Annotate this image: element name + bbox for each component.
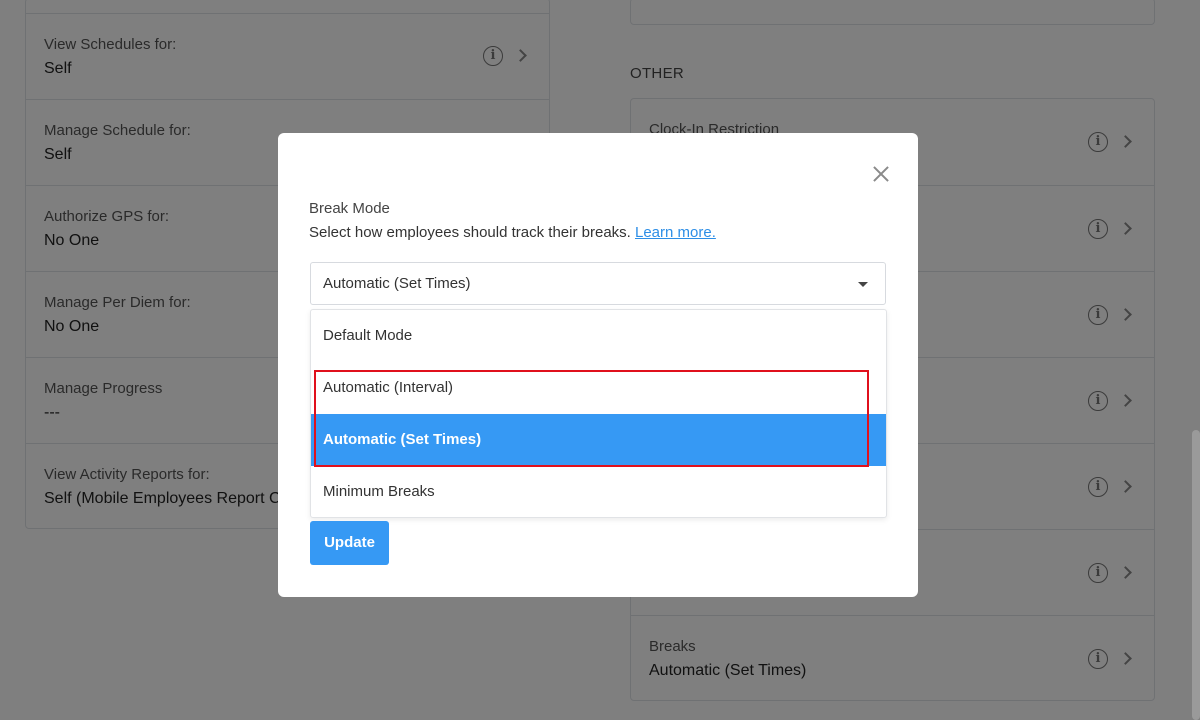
modal-description: Select how employees should track their … [309, 224, 716, 241]
caret-down-icon [858, 282, 868, 287]
modal-title: Break Mode [309, 200, 390, 217]
scrollbar-thumb[interactable] [1192, 430, 1200, 720]
option-default-mode[interactable]: Default Mode [311, 310, 886, 362]
learn-more-link[interactable]: Learn more. [635, 224, 716, 241]
highlight-annotation-box [314, 370, 869, 467]
description-text: Select how employees should track their … [309, 224, 631, 241]
option-minimum-breaks[interactable]: Minimum Breaks [311, 466, 886, 517]
update-button[interactable]: Update [310, 521, 389, 565]
break-mode-modal: Break Mode Select how employees should t… [278, 133, 918, 597]
break-mode-select[interactable]: Automatic (Set Times) [310, 262, 886, 305]
close-icon[interactable] [871, 164, 891, 184]
select-value: Automatic (Set Times) [323, 275, 471, 292]
